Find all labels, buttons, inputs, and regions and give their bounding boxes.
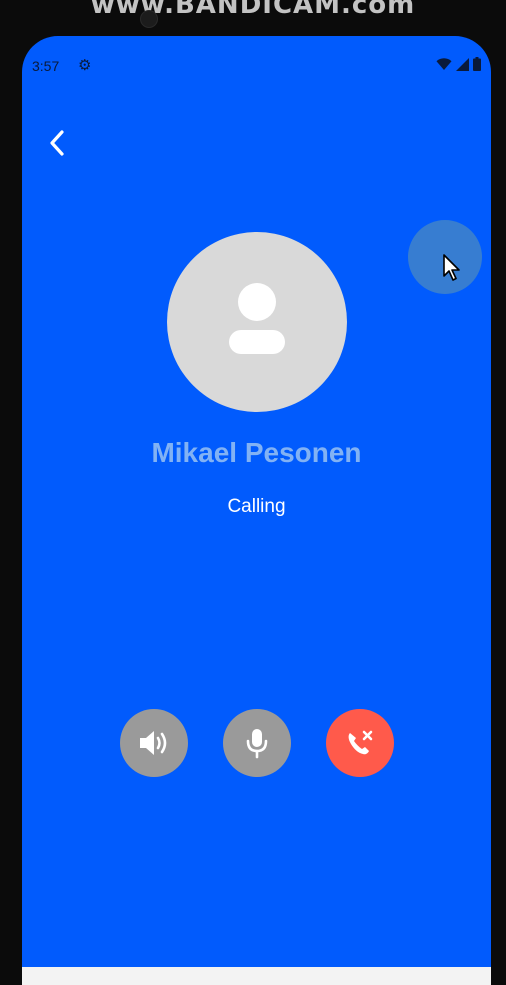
status-time: 3:57 bbox=[32, 58, 60, 74]
contact-avatar bbox=[167, 232, 347, 412]
contact-name: Mikael Pesonen bbox=[151, 437, 362, 468]
mouse-cursor-icon bbox=[443, 254, 460, 281]
phone-hangup-icon bbox=[348, 730, 373, 755]
user-icon bbox=[229, 283, 285, 354]
signal-icon bbox=[456, 57, 469, 71]
battery-icon bbox=[473, 57, 481, 71]
bottom-bar bbox=[22, 967, 491, 985]
settings-gear-icon: ⚙ bbox=[78, 56, 92, 74]
speaker-button[interactable] bbox=[120, 709, 188, 777]
end-call-button[interactable] bbox=[326, 709, 394, 777]
microphone-icon bbox=[246, 729, 268, 759]
wifi-icon bbox=[436, 57, 452, 70]
back-button[interactable] bbox=[42, 128, 72, 158]
front-camera bbox=[140, 10, 158, 28]
chevron-left-icon bbox=[50, 130, 64, 156]
call-screen: 3:57 ⚙ Mikael Pesonen Calling bbox=[22, 36, 491, 985]
recording-watermark: www.BANDICAM.com bbox=[90, 0, 416, 20]
phone-frame: www.BANDICAM.com 3:57 ⚙ Mikael Pesonen C… bbox=[0, 0, 506, 985]
speaker-icon bbox=[140, 731, 167, 755]
status-icons bbox=[436, 57, 481, 71]
mute-button[interactable] bbox=[223, 709, 291, 777]
call-status: Calling bbox=[227, 496, 286, 517]
